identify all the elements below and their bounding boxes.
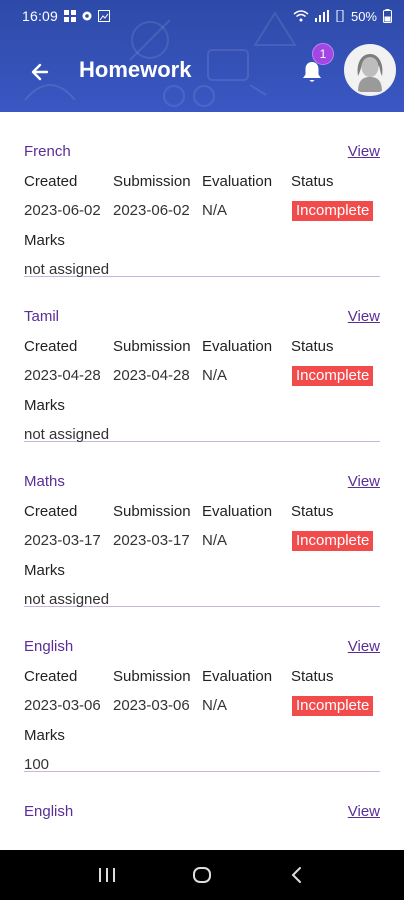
back-button[interactable] xyxy=(24,56,56,88)
submission-label: Submission xyxy=(113,338,191,355)
evaluation-label: Evaluation xyxy=(202,668,273,685)
created-date: 2023-06-02 xyxy=(24,202,101,219)
view-link[interactable]: View xyxy=(348,143,380,160)
subject-name: English xyxy=(24,638,74,655)
subject-name: Maths xyxy=(24,473,65,490)
view-link[interactable]: View xyxy=(348,803,380,820)
nav-recents-button[interactable] xyxy=(87,855,127,895)
subject-name: Tamil xyxy=(24,308,60,325)
submission-label: Submission xyxy=(113,173,191,190)
app-header-background: 16:09 50% Homework 1 xyxy=(0,0,404,112)
user-avatar-icon xyxy=(346,46,394,94)
status-notification-icons xyxy=(64,10,111,22)
marks-label: Marks xyxy=(24,397,65,414)
evaluation-label: Evaluation xyxy=(202,503,273,520)
subject-name: French xyxy=(24,143,71,160)
marks-value: 100 xyxy=(24,756,50,773)
homework-card: Maths View Created Submission Evaluation… xyxy=(24,442,380,608)
created-date: 2023-04-28 xyxy=(24,367,101,384)
status-badge: Incomplete xyxy=(292,366,374,386)
submission-date: 2023-04-28 xyxy=(113,367,190,384)
created-date: 2023-03-17 xyxy=(24,532,101,549)
marks-label: Marks xyxy=(24,727,65,744)
homework-card: English View Created Submission Evaluati… xyxy=(24,607,380,773)
view-link[interactable]: View xyxy=(348,473,380,490)
submission-date: 2023-06-02 xyxy=(113,202,190,219)
avatar[interactable] xyxy=(344,44,396,96)
evaluation-value: N/A xyxy=(202,532,228,549)
status-badge: Incomplete xyxy=(292,201,374,221)
vibrate-icon xyxy=(336,10,344,22)
marks-label: Marks xyxy=(24,562,65,579)
arrow-left-icon xyxy=(31,63,49,81)
status-right-cluster: 50% xyxy=(293,9,392,24)
status-label: Status xyxy=(291,173,334,190)
created-label: Created xyxy=(24,503,78,520)
subject-name: English xyxy=(24,803,74,820)
marks-value: not assigned xyxy=(24,261,110,278)
status-badge: Incomplete xyxy=(292,531,374,551)
wifi-icon xyxy=(293,10,309,22)
evaluation-label: Evaluation xyxy=(202,173,273,190)
marks-label: Marks xyxy=(24,232,65,249)
homework-screen: 16:09 50% Homework 1 French View Created… xyxy=(0,0,404,900)
view-link[interactable]: View xyxy=(348,308,380,325)
system-navigation-bar xyxy=(0,850,404,900)
status-badge: Incomplete xyxy=(292,696,374,716)
status-time: 16:09 xyxy=(22,8,59,24)
submission-date: 2023-03-06 xyxy=(113,697,190,714)
page-title: Homework xyxy=(79,57,192,82)
status-label: Status xyxy=(291,503,334,520)
battery-icon xyxy=(383,9,392,23)
home-icon xyxy=(192,867,211,883)
marks-value: not assigned xyxy=(24,426,110,443)
settings-notification-icon xyxy=(82,11,92,21)
homework-card: French View Created Submission Evaluatio… xyxy=(24,112,380,278)
created-label: Created xyxy=(24,338,78,355)
marks-value: not assigned xyxy=(24,591,110,608)
submission-label: Submission xyxy=(113,503,191,520)
battery-level: 50% xyxy=(350,8,377,24)
evaluation-label: Evaluation xyxy=(202,338,273,355)
recents-icon xyxy=(99,868,116,882)
nav-home-button[interactable] xyxy=(182,855,222,895)
evaluation-value: N/A xyxy=(202,367,228,384)
homework-card: Tamil View Created Submission Evaluation… xyxy=(24,277,380,443)
submission-date: 2023-03-17 xyxy=(113,532,190,549)
nav-back-button[interactable] xyxy=(277,855,317,895)
created-date: 2023-03-06 xyxy=(24,697,101,714)
system-status-bar: 16:09 50% xyxy=(0,0,404,32)
signal-icon xyxy=(314,10,329,22)
notification-count-badge: 1 xyxy=(312,43,334,65)
status-label: Status xyxy=(291,338,334,355)
chevron-left-icon xyxy=(291,867,301,883)
created-label: Created xyxy=(24,668,78,685)
evaluation-value: N/A xyxy=(202,697,228,714)
image-notification-icon xyxy=(98,10,111,22)
evaluation-value: N/A xyxy=(202,202,228,219)
homework-list: French View Created Submission Evaluatio… xyxy=(24,112,380,900)
grid-notification-icon xyxy=(64,10,77,22)
app-header: Homework 1 xyxy=(0,32,404,112)
created-label: Created xyxy=(24,173,78,190)
status-label: Status xyxy=(291,668,334,685)
view-link[interactable]: View xyxy=(348,638,380,655)
submission-label: Submission xyxy=(113,668,191,685)
